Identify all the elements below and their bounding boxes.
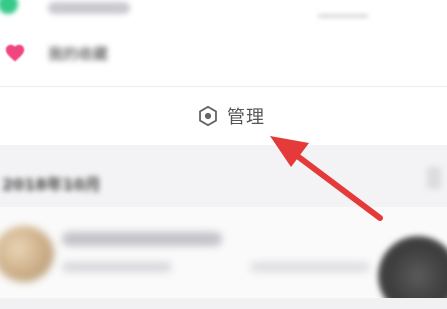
green-circle-icon <box>0 0 18 14</box>
list-item-label-blurred <box>48 2 130 14</box>
list-item-subtitle-blurred <box>62 262 172 272</box>
favorites-label: 我的收藏 <box>48 45 109 63</box>
bottom-strip <box>0 298 447 309</box>
list-item-right-blurred <box>318 14 368 18</box>
app-screen: 我的收藏 管理 2018年10月 <box>0 0 447 309</box>
section-header: 2018年10月 <box>0 145 447 207</box>
manage-row[interactable]: 管理 <box>0 87 447 145</box>
list-item-title-blurred <box>62 232 222 246</box>
manage-button[interactable]: 管理 <box>197 104 265 128</box>
manage-label: 管理 <box>227 107 265 128</box>
section-right-blurred <box>427 167 441 189</box>
heart-icon <box>5 44 25 62</box>
section-title: 2018年10月 <box>2 175 101 194</box>
hexagon-gear-icon <box>199 105 217 127</box>
list-item[interactable] <box>0 207 447 309</box>
list-item-top[interactable] <box>0 0 447 30</box>
list-item-meta-blurred <box>250 262 370 272</box>
